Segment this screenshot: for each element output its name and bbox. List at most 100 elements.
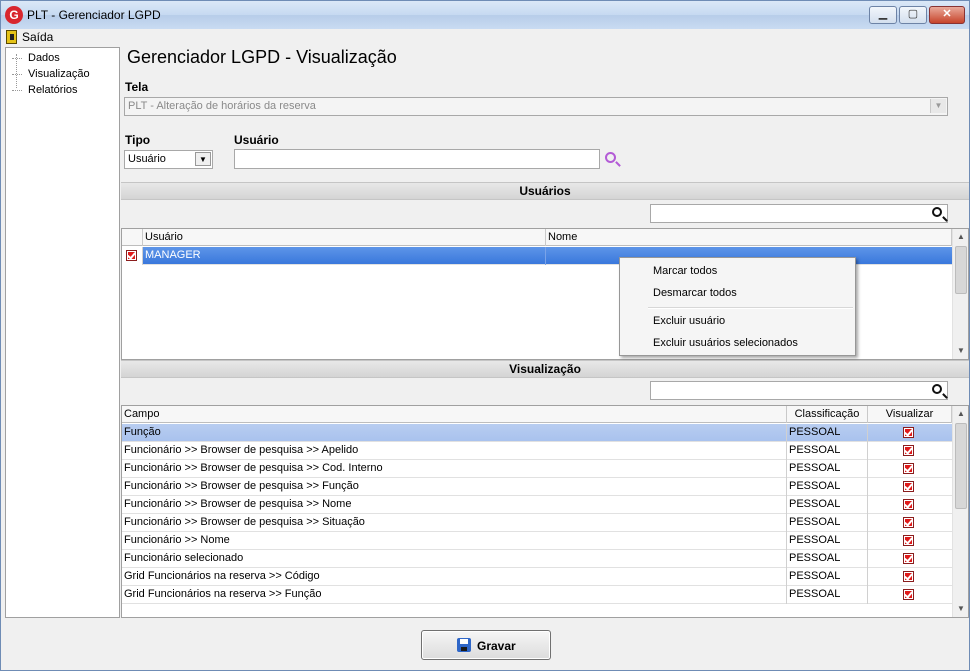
search-icon[interactable] bbox=[932, 384, 942, 394]
menu-item-excluir-usuarios-selecionados[interactable]: Excluir usuários selecionados bbox=[653, 337, 798, 349]
close-button[interactable]: ✕ bbox=[929, 6, 965, 24]
scroll-down-arrow-icon[interactable]: ▼ bbox=[953, 601, 968, 617]
cell-campo: Grid Funcionários na reserva >> Código bbox=[122, 568, 787, 586]
visualizacao-scrollbar[interactable]: ▲ ▼ bbox=[952, 406, 968, 617]
visualizacao-section-header: Visualização bbox=[121, 360, 969, 378]
cell-campo: Funcionário >> Browser de pesquisa >> Co… bbox=[122, 460, 787, 478]
checkbox-checked-icon[interactable] bbox=[903, 589, 914, 600]
column-header-nome[interactable]: Nome bbox=[546, 229, 952, 246]
menu-item-marcar-todos[interactable]: Marcar todos bbox=[653, 265, 717, 277]
row-checkbox-cell[interactable] bbox=[122, 247, 143, 265]
menu-item-excluir-usuario[interactable]: Excluir usuário bbox=[653, 315, 725, 327]
search-icon[interactable] bbox=[932, 207, 942, 217]
app-window: G PLT - Gerenciador LGPD ▁ ▢ ✕ Saída Dad… bbox=[0, 0, 970, 671]
cell-usuario: MANAGER bbox=[143, 247, 546, 265]
cell-campo: Funcionário >> Browser de pesquisa >> No… bbox=[122, 496, 787, 514]
cell-visualizar[interactable] bbox=[868, 586, 952, 604]
cell-visualizar[interactable] bbox=[868, 568, 952, 586]
tela-select[interactable]: PLT - Alteração de horários da reserva ▼ bbox=[124, 97, 948, 116]
usuarios-grid-header: Usuário Nome bbox=[122, 229, 952, 246]
cell-classificacao: PESSOAL bbox=[787, 568, 868, 586]
checkbox-checked-icon[interactable] bbox=[903, 463, 914, 474]
checkbox-checked-icon[interactable] bbox=[903, 553, 914, 564]
checkbox-column-header bbox=[122, 229, 143, 246]
table-row[interactable]: Funcionário >> Browser de pesquisa >> No… bbox=[122, 496, 952, 514]
tree-item-label: Relatórios bbox=[28, 84, 78, 96]
checkbox-checked-icon[interactable] bbox=[903, 499, 914, 510]
navigation-tree: Dados Visualização Relatórios bbox=[5, 47, 120, 618]
menu-exit[interactable]: Saída bbox=[22, 30, 53, 44]
checkbox-checked-icon[interactable] bbox=[903, 427, 914, 438]
cell-visualizar[interactable] bbox=[868, 514, 952, 532]
cell-classificacao: PESSOAL bbox=[787, 478, 868, 496]
exit-door-icon[interactable] bbox=[6, 30, 17, 44]
checkbox-checked-icon[interactable] bbox=[903, 571, 914, 582]
column-header-usuario[interactable]: Usuário bbox=[143, 229, 546, 246]
table-row[interactable]: Funcionário >> Browser de pesquisa >> Si… bbox=[122, 514, 952, 532]
chevron-down-icon[interactable]: ▼ bbox=[195, 152, 211, 166]
table-row[interactable]: Funcionário >> Browser de pesquisa >> Co… bbox=[122, 460, 952, 478]
cell-classificacao: PESSOAL bbox=[787, 532, 868, 550]
checkbox-checked-icon[interactable] bbox=[903, 481, 914, 492]
scroll-up-arrow-icon[interactable]: ▲ bbox=[953, 406, 968, 422]
column-header-campo[interactable]: Campo bbox=[122, 406, 787, 423]
scrollbar-thumb[interactable] bbox=[955, 246, 967, 294]
tree-item-label: Dados bbox=[28, 52, 60, 64]
window-title: PLT - Gerenciador LGPD bbox=[27, 8, 161, 22]
cell-classificacao: PESSOAL bbox=[787, 550, 868, 568]
table-row[interactable]: Funcionário >> Browser de pesquisa >> Ap… bbox=[122, 442, 952, 460]
menu-item-desmarcar-todos[interactable]: Desmarcar todos bbox=[653, 287, 737, 299]
tree-branch-line bbox=[12, 58, 22, 59]
app-logo-icon: G bbox=[5, 6, 23, 24]
scrollbar-thumb[interactable] bbox=[955, 423, 967, 509]
table-row[interactable]: Funcionário >> Nome PESSOAL bbox=[122, 532, 952, 550]
scroll-down-arrow-icon[interactable]: ▼ bbox=[953, 343, 968, 359]
table-row[interactable]: Funcionário selecionado PESSOAL bbox=[122, 550, 952, 568]
tipo-select-value: Usuário bbox=[128, 153, 166, 165]
column-header-visualizar[interactable]: Visualizar bbox=[868, 406, 952, 423]
cell-visualizar[interactable] bbox=[868, 442, 952, 460]
tree-item-relatorios[interactable]: Relatórios bbox=[6, 83, 119, 98]
save-button[interactable]: Gravar bbox=[421, 630, 551, 660]
cell-campo: Funcionário >> Nome bbox=[122, 532, 787, 550]
table-row[interactable]: Função PESSOAL bbox=[122, 424, 952, 442]
table-row[interactable]: Funcionário >> Browser de pesquisa >> Fu… bbox=[122, 478, 952, 496]
cell-visualizar[interactable] bbox=[868, 532, 952, 550]
checkbox-checked-icon[interactable] bbox=[903, 445, 914, 456]
tree-item-dados[interactable]: Dados bbox=[6, 51, 119, 66]
usuarios-filter-input[interactable] bbox=[650, 204, 948, 223]
menu-bar: Saída bbox=[1, 29, 969, 46]
search-icon[interactable] bbox=[605, 152, 616, 163]
table-row[interactable]: Grid Funcionários na reserva >> Função PE… bbox=[122, 586, 952, 604]
cell-visualizar[interactable] bbox=[868, 424, 952, 442]
cell-campo: Funcionário >> Browser de pesquisa >> Si… bbox=[122, 514, 787, 532]
cell-visualizar[interactable] bbox=[868, 478, 952, 496]
minimize-button[interactable]: ▁ bbox=[869, 6, 897, 24]
usuario-label: Usuário bbox=[234, 133, 279, 147]
tipo-select[interactable]: Usuário ▼ bbox=[124, 150, 213, 169]
tree-item-visualizacao[interactable]: Visualização bbox=[6, 67, 119, 82]
usuario-input[interactable] bbox=[234, 149, 600, 169]
usuarios-section-header: Usuários bbox=[121, 182, 969, 200]
column-header-classificacao[interactable]: Classificação bbox=[787, 406, 868, 423]
usuarios-scrollbar[interactable]: ▲ ▼ bbox=[952, 229, 968, 359]
context-menu: Marcar todos Desmarcar todos Excluir usu… bbox=[619, 257, 856, 356]
cell-classificacao: PESSOAL bbox=[787, 496, 868, 514]
tela-label: Tela bbox=[125, 80, 149, 94]
cell-classificacao: PESSOAL bbox=[787, 442, 868, 460]
cell-classificacao: PESSOAL bbox=[787, 514, 868, 532]
title-bar[interactable]: G PLT - Gerenciador LGPD ▁ ▢ ✕ bbox=[1, 1, 969, 29]
visualizacao-grid-header: Campo Classificação Visualizar bbox=[122, 406, 952, 423]
chevron-down-icon[interactable]: ▼ bbox=[930, 99, 946, 113]
visualizacao-filter-input[interactable] bbox=[650, 381, 948, 400]
checkbox-checked-icon[interactable] bbox=[126, 250, 137, 261]
checkbox-checked-icon[interactable] bbox=[903, 535, 914, 546]
table-row[interactable]: Grid Funcionários na reserva >> Código PE… bbox=[122, 568, 952, 586]
cell-visualizar[interactable] bbox=[868, 550, 952, 568]
cell-visualizar[interactable] bbox=[868, 460, 952, 478]
cell-visualizar[interactable] bbox=[868, 496, 952, 514]
checkbox-checked-icon[interactable] bbox=[903, 517, 914, 528]
tela-select-value: PLT - Alteração de horários da reserva bbox=[128, 100, 316, 112]
scroll-up-arrow-icon[interactable]: ▲ bbox=[953, 229, 968, 245]
maximize-button[interactable]: ▢ bbox=[899, 6, 927, 24]
